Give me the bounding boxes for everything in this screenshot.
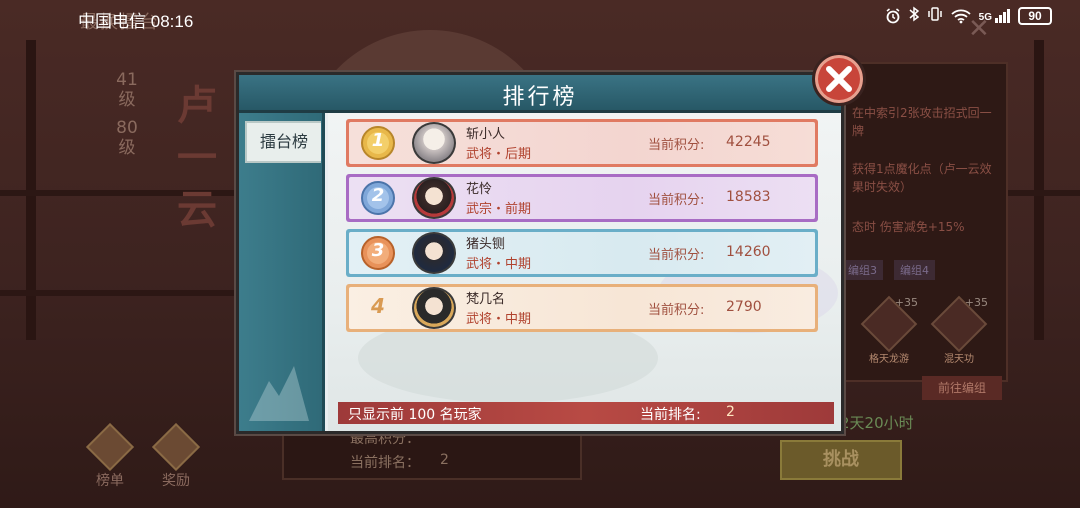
- score-label: 当前积分:: [648, 193, 705, 208]
- rank-number: 2: [371, 185, 385, 206]
- player-name: 花怜: [466, 182, 493, 197]
- score-label: 当前积分:: [648, 248, 705, 263]
- battery-indicator: 90: [1018, 6, 1052, 25]
- reward-button[interactable]: 奖励: [150, 422, 202, 490]
- player-title: 武将・中期: [466, 312, 532, 327]
- rank-list-icon: [85, 422, 135, 472]
- goto-group-button[interactable]: 前往编组: [922, 376, 1002, 400]
- reward-label: 奖励: [162, 473, 190, 489]
- leaderboard-modal: 排行榜 擂台榜 1 斩小人 武将・后期 当前积分: 42245 2 花怜 武宗・…: [236, 72, 844, 434]
- modal-title: 排行榜: [502, 85, 578, 110]
- modal-header: 排行榜: [239, 75, 841, 113]
- status-icons: 5G 90: [885, 6, 1052, 25]
- carrier-name: 中国电信: [78, 12, 146, 31]
- rank-number: 1: [371, 130, 385, 151]
- score-value: 42245: [726, 134, 771, 150]
- player-name: 梵几名: [466, 292, 506, 307]
- player-title: 武将・后期: [466, 147, 532, 162]
- my-rank-label: 当前排名:: [640, 407, 701, 423]
- tab-arena-leaderboard[interactable]: 擂台榜: [245, 121, 321, 163]
- wifi-icon: [951, 8, 971, 24]
- alarm-icon: [885, 7, 901, 24]
- status-bar: 中国电信 08:16 5G 90: [0, 0, 1080, 34]
- rank-number: 4: [371, 294, 385, 318]
- leaderboard-row[interactable]: 2 花怜 武宗・前期 当前积分: 18583: [346, 174, 818, 222]
- leaderboard-row[interactable]: 4 梵几名 武将・中期 当前积分: 2790: [346, 284, 818, 332]
- rank-list-label: 榜单: [96, 473, 124, 489]
- level-range: 41 级 80 级: [112, 70, 142, 158]
- player-avatar: [412, 287, 456, 329]
- background-rail: [1008, 190, 1080, 196]
- group-tag[interactable]: 编组4: [894, 260, 935, 280]
- player-name: 猪头铡: [466, 237, 506, 252]
- footer-bar: 只显示前 100 名玩家 当前排名: 2: [338, 402, 834, 424]
- hero-name: 卢一云: [177, 82, 217, 233]
- background-rail: [0, 290, 240, 296]
- vibrate-icon: [927, 6, 943, 25]
- level-top: 41: [116, 70, 138, 90]
- footer-note: 只显示前 100 名玩家: [348, 407, 482, 423]
- close-button[interactable]: [812, 52, 866, 106]
- skill-card[interactable]: +35 格天龙游: [860, 295, 918, 365]
- leaderboard-row[interactable]: 1 斩小人 武将・后期 当前积分: 42245: [346, 119, 818, 167]
- level-unit: 级: [118, 90, 136, 110]
- player-name: 斩小人: [466, 127, 506, 142]
- leaderboard-row[interactable]: 3 猪头铡 武将・中期 当前积分: 14260: [346, 229, 818, 277]
- current-rank-value: 2: [440, 452, 449, 468]
- leaderboard-content: 1 斩小人 武将・后期 当前积分: 42245 2 花怜 武宗・前期 当前积分:…: [328, 113, 841, 431]
- rank-number: 3: [371, 240, 385, 261]
- my-rank-value: 2: [726, 404, 735, 420]
- challenge-button[interactable]: 挑战: [780, 440, 902, 480]
- deck-panel: 在中索引2张攻击招式回一牌 获得1点魔化点（卢一云效果时失效） 态时 伤害减免+…: [840, 62, 1008, 382]
- close-icon: [826, 66, 852, 92]
- effect-text: 获得1点魔化点（卢一云效果时失效）: [852, 162, 992, 194]
- effect-text: 在中索引2张攻击招式回一牌: [852, 106, 992, 138]
- player-avatar: [412, 177, 456, 219]
- current-rank-label: 当前排名：: [350, 455, 420, 471]
- skill-card[interactable]: +35 混天功: [930, 295, 988, 365]
- level-bottom: 80: [116, 118, 138, 138]
- score-value: 18583: [726, 189, 771, 205]
- player-avatar: [412, 122, 456, 164]
- player-title: 武将・中期: [466, 257, 532, 272]
- clock: 08:16: [150, 12, 194, 31]
- score-label: 当前积分:: [648, 303, 705, 318]
- level-unit: 级: [118, 138, 136, 158]
- player-avatar: [412, 232, 456, 274]
- season-timer: 2天20小时: [840, 414, 914, 432]
- status-carrier-time: 中国电信 08:16: [78, 7, 193, 32]
- signal-icon: 5G: [978, 8, 1010, 23]
- reward-icon: [151, 422, 201, 472]
- mountain-deco-icon: [249, 366, 309, 421]
- player-title: 武宗・前期: [466, 202, 532, 217]
- rank-list-button[interactable]: 榜单: [84, 422, 136, 490]
- group-tag[interactable]: 编组3: [842, 260, 883, 280]
- leaderboard-sidebar: 擂台榜: [239, 113, 325, 431]
- score-label: 当前积分:: [648, 138, 705, 153]
- effect-text: 态时 伤害减免+15%: [852, 220, 965, 234]
- signal-label: 5G: [978, 11, 992, 23]
- score-value: 14260: [726, 244, 771, 260]
- bluetooth-icon: [909, 6, 919, 25]
- score-value: 2790: [726, 299, 762, 315]
